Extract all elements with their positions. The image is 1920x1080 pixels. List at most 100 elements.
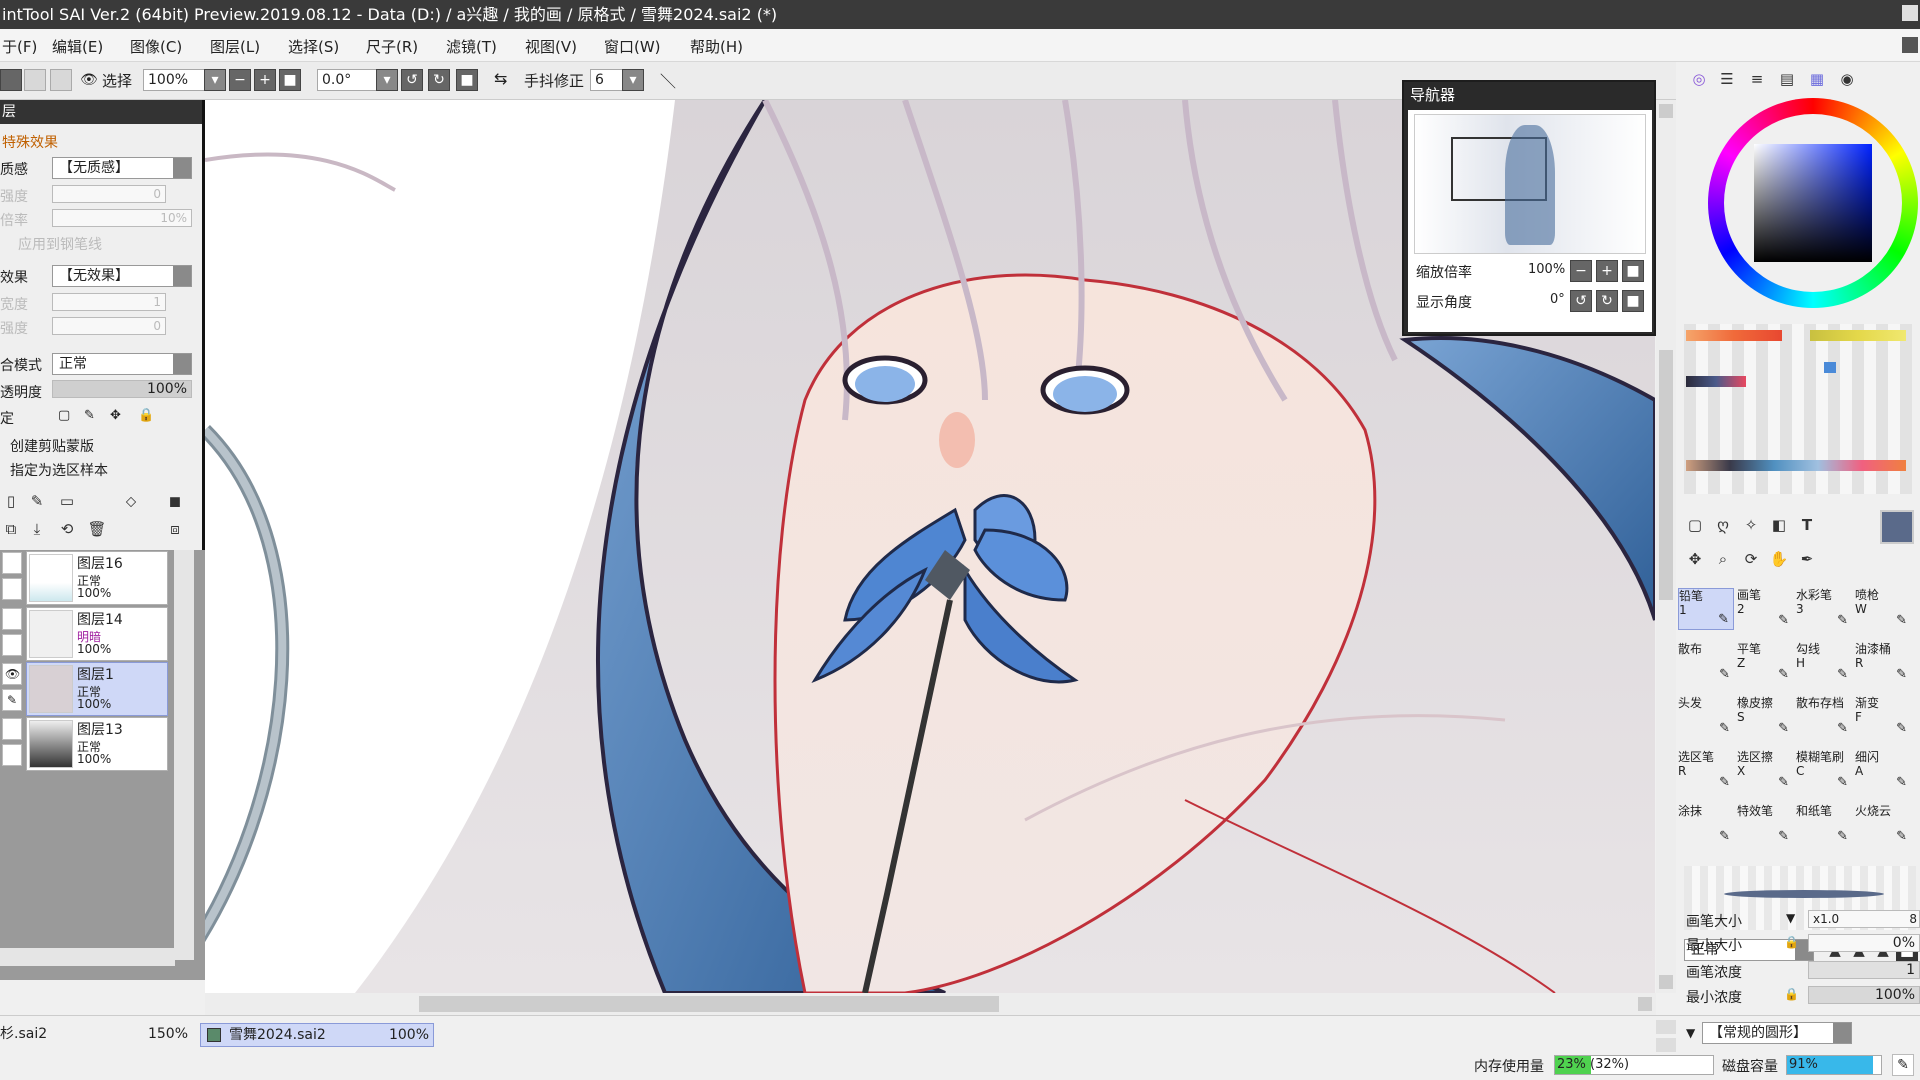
copy-layer-icon[interactable]: ⧉ bbox=[0, 518, 22, 540]
tab-scroll-down-icon[interactable] bbox=[1656, 1038, 1676, 1052]
new-button[interactable] bbox=[0, 69, 22, 91]
menu-file[interactable]: 于(F) bbox=[2, 36, 37, 57]
fill-icon[interactable]: ⬦ bbox=[120, 490, 142, 512]
brush-tool-item[interactable]: 油漆桶 R ✎ bbox=[1855, 642, 1911, 684]
layer-pen-toggle[interactable] bbox=[2, 578, 22, 600]
scroll-up-arrow-icon[interactable] bbox=[1659, 104, 1673, 118]
layer-item[interactable]: 图层16 正常 100% bbox=[26, 551, 168, 605]
brush-tool-item[interactable]: 选区擦 X ✎ bbox=[1737, 750, 1793, 792]
horizontal-scroll-thumb[interactable] bbox=[419, 996, 999, 1012]
texture-rate-slider[interactable]: 10% bbox=[52, 209, 192, 227]
mixer-icon[interactable]: ▤ bbox=[1776, 68, 1798, 90]
hue-ring[interactable] bbox=[1708, 98, 1918, 308]
nav-zoom-reset-button[interactable]: ■ bbox=[1622, 260, 1644, 282]
tab-scroll-up-icon[interactable] bbox=[1656, 1020, 1676, 1034]
effect-width-slider[interactable]: 1 bbox=[52, 293, 166, 311]
vertical-scroll-thumb[interactable] bbox=[1659, 350, 1673, 600]
rotate-tool-icon[interactable]: ⟳ bbox=[1740, 548, 1762, 570]
color-wheel-icon[interactable]: ◎ bbox=[1688, 68, 1710, 90]
brush-tool-item[interactable]: 勾线 H ✎ bbox=[1796, 642, 1852, 684]
density-slider[interactable]: 1 bbox=[1808, 961, 1920, 979]
zoom-dropdown-icon[interactable]: ▾ bbox=[204, 69, 226, 91]
brush-tool-item[interactable]: 细闪 A ✎ bbox=[1855, 750, 1911, 792]
brush-tool-item[interactable]: 和纸笔 ✎ bbox=[1796, 804, 1852, 846]
file-tab[interactable]: 杉.sai2 150% bbox=[0, 1023, 192, 1047]
eyedropper-tool-icon[interactable]: ✒ bbox=[1796, 548, 1818, 570]
brush-tool-item[interactable]: 涂抹 ✎ bbox=[1678, 804, 1734, 846]
zoom-tool-icon[interactable]: ⌕ bbox=[1712, 548, 1734, 570]
apply-to-pen-label[interactable]: 应用到钢笔线 bbox=[18, 234, 102, 254]
swatch-blue[interactable] bbox=[1824, 362, 1836, 373]
effect-strength-slider[interactable]: 0 bbox=[52, 317, 166, 335]
panel-toggle-button[interactable] bbox=[1902, 37, 1918, 53]
new-folder-icon[interactable]: ▭ bbox=[56, 490, 78, 512]
rgb-slider-icon[interactable]: ☰ bbox=[1716, 68, 1738, 90]
layer-item[interactable]: 图层14 明暗 100% bbox=[26, 607, 168, 661]
menu-layer[interactable]: 图层(L) bbox=[210, 36, 260, 57]
min-density-lock-icon[interactable]: 🔒 bbox=[1784, 987, 1799, 1001]
canvas-horizontal-scrollbar[interactable] bbox=[205, 993, 1656, 1015]
min-density-slider[interactable]: 100% bbox=[1808, 986, 1920, 1004]
layer-visibility-toggle[interactable] bbox=[2, 552, 22, 574]
scroll-right-arrow-icon[interactable] bbox=[1638, 997, 1652, 1011]
menu-filter[interactable]: 滤镜(T) bbox=[446, 36, 497, 57]
primary-color-swatch[interactable] bbox=[1880, 510, 1914, 544]
rotate-right-button[interactable]: ↻ bbox=[428, 69, 450, 91]
zoom-reset-button[interactable]: ■ bbox=[279, 69, 301, 91]
pen-pressure-icon[interactable]: ✎ bbox=[1892, 1054, 1914, 1076]
swatches-icon[interactable]: ▦ bbox=[1806, 68, 1828, 90]
brush-tool-item[interactable]: 渐变 F ✎ bbox=[1855, 696, 1911, 738]
blend-mode-select[interactable]: 正常 bbox=[52, 353, 192, 375]
angle-dropdown-icon[interactable]: ▾ bbox=[376, 69, 398, 91]
paste-button[interactable] bbox=[50, 69, 72, 91]
brush-tool-item[interactable]: 平笔 Z ✎ bbox=[1737, 642, 1793, 684]
brush-tool-item[interactable]: 头发 ✎ bbox=[1678, 696, 1734, 738]
layer-list-scrollbar[interactable] bbox=[174, 550, 194, 960]
swatch-row-mixed[interactable] bbox=[1686, 460, 1906, 471]
menu-window[interactable]: 窗口(W) bbox=[604, 36, 661, 57]
saturation-value-square[interactable] bbox=[1754, 144, 1872, 262]
selection-source-checkbox[interactable]: 指定为选区样本 bbox=[10, 460, 108, 480]
opacity-slider[interactable]: 100% bbox=[52, 380, 192, 398]
swatch-row-dark[interactable] bbox=[1686, 376, 1746, 387]
stabilizer-dropdown-icon[interactable]: ▾ bbox=[622, 69, 644, 91]
layer-visibility-toggle[interactable] bbox=[2, 608, 22, 630]
clear-layer-icon[interactable]: ⟲ bbox=[56, 518, 78, 540]
nav-zoom-out-button[interactable]: − bbox=[1570, 260, 1592, 282]
menu-select[interactable]: 选择(S) bbox=[288, 36, 339, 57]
brush-size-slider[interactable]: x1.0 8 bbox=[1808, 910, 1920, 928]
zoom-in-button[interactable]: + bbox=[254, 69, 276, 91]
layer-pen-toggle[interactable] bbox=[2, 634, 22, 656]
lasso-tool-icon[interactable]: ღ bbox=[1712, 514, 1734, 536]
trash-icon[interactable]: 🗑 bbox=[86, 518, 108, 540]
menu-edit[interactable]: 编辑(E) bbox=[52, 36, 103, 57]
menu-image[interactable]: 图像(C) bbox=[130, 36, 182, 57]
rotate-reset-button[interactable]: ■ bbox=[456, 69, 478, 91]
brush-tool-item[interactable]: 模糊笔刷 C ✎ bbox=[1796, 750, 1852, 792]
pen-icon[interactable]: ✎ bbox=[2, 689, 22, 711]
eye-icon[interactable]: 👁 bbox=[80, 72, 98, 88]
nav-rotate-right-button[interactable]: ↻ bbox=[1596, 290, 1618, 312]
shape-dropdown-icon[interactable]: ▼ bbox=[1686, 1026, 1695, 1040]
new-linework-layer-icon[interactable]: ✎ bbox=[26, 490, 48, 512]
brush-tool-item[interactable]: 散布存档 ✎ bbox=[1796, 696, 1852, 738]
lock-paint-icon[interactable]: ✎ bbox=[84, 408, 95, 423]
merge-down-icon[interactable]: ⤓ bbox=[26, 518, 48, 540]
rotate-left-button[interactable]: ↺ bbox=[401, 69, 423, 91]
select-toggle-label[interactable]: 选择 bbox=[102, 70, 132, 91]
fill-tool-icon[interactable]: ◧ bbox=[1768, 514, 1790, 536]
layer-settings-icon[interactable]: ⧈ bbox=[164, 518, 186, 540]
text-tool-icon[interactable]: T bbox=[1796, 514, 1818, 536]
nav-rotate-reset-button[interactable]: ■ bbox=[1622, 290, 1644, 312]
scratchpad-icon[interactable]: ◉ bbox=[1836, 68, 1858, 90]
nav-rotate-left-button[interactable]: ↺ bbox=[1570, 290, 1592, 312]
min-size-lock-icon[interactable]: 🔒 bbox=[1784, 935, 1799, 949]
layer-item[interactable]: 图层13 正常 100% bbox=[26, 717, 168, 771]
texture-scale-slider[interactable]: 0 bbox=[52, 185, 166, 203]
brush-tool-item[interactable]: 橡皮擦 S ✎ bbox=[1737, 696, 1793, 738]
menu-ruler[interactable]: 尺子(R) bbox=[366, 36, 418, 57]
brush-tool-item[interactable]: 铅笔 1 ✎ bbox=[1678, 588, 1734, 630]
rect-select-tool-icon[interactable]: ▢ bbox=[1684, 514, 1706, 536]
straight-line-icon[interactable]: ＼ bbox=[660, 68, 676, 92]
minimize-button[interactable] bbox=[1902, 5, 1918, 21]
